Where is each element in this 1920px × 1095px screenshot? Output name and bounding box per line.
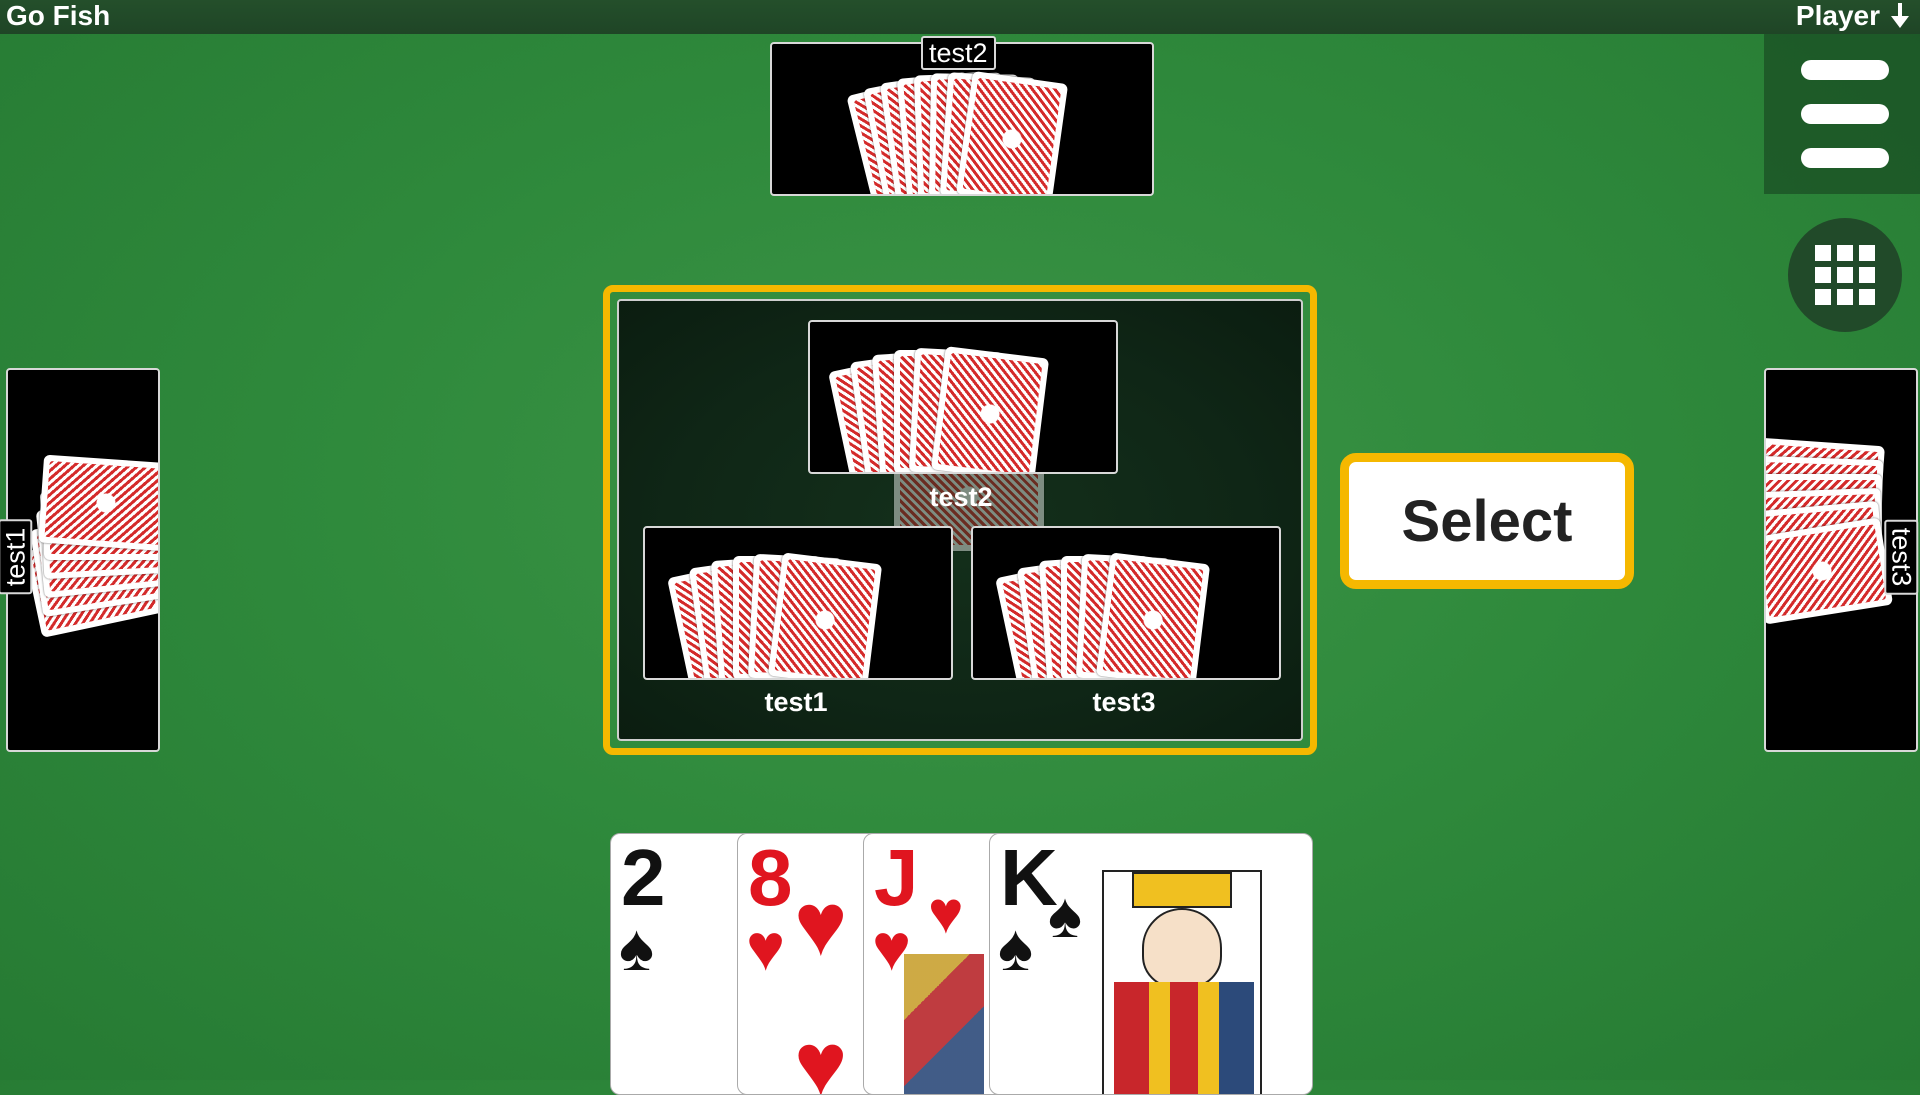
choice-test2[interactable] [808,320,1118,474]
player-menu[interactable]: Player [1796,0,1910,32]
heart-icon: ♥ [794,875,848,975]
card-back [767,552,883,678]
choice-label-test2: test2 [929,482,993,512]
choice-label-test3: test3 [1092,687,1156,717]
spade-icon: ♠ [1048,879,1082,951]
opponent-right-name: test3 [1884,519,1919,595]
choice-test1[interactable] [643,526,953,680]
jack-figure [904,954,984,1094]
app-title: Go Fish [6,0,111,31]
spade-icon: ♠ [619,910,655,984]
heart-icon: ♥ [928,879,964,946]
dialog-panel: test2 test1 test3 [617,299,1303,741]
player-label: Player [1795,0,1880,31]
top-bar: Go Fish Player [0,0,1920,34]
card-back [930,346,1050,472]
opponent-left-name: test1 [0,519,33,595]
grid-icon [1815,245,1875,305]
spade-icon: ♠ [998,910,1034,984]
hand-card-K-spades[interactable]: K ♠ ♠ [989,833,1313,1095]
opponent-top-name: test2 [921,36,996,70]
choice-test3[interactable] [971,526,1281,680]
heart-icon: ♥ [794,1015,848,1095]
grid-menu-button[interactable] [1788,218,1902,332]
card-back [1095,552,1211,678]
card-rank: J [874,833,919,922]
hamburger-menu-button[interactable] [1764,34,1920,194]
heart-icon: ♥ [746,910,786,984]
card-back [38,454,158,552]
select-player-dialog: test2 test1 test3 [603,285,1317,755]
choice-label-test1: test1 [764,687,828,717]
select-button[interactable]: Select [1340,453,1634,589]
card-rank: 8 [748,833,793,922]
card-back [955,70,1069,194]
arrow-down-icon [1891,3,1909,28]
king-figure [1102,870,1262,1094]
card-rank: 2 [621,833,666,922]
card-back [1766,517,1894,625]
